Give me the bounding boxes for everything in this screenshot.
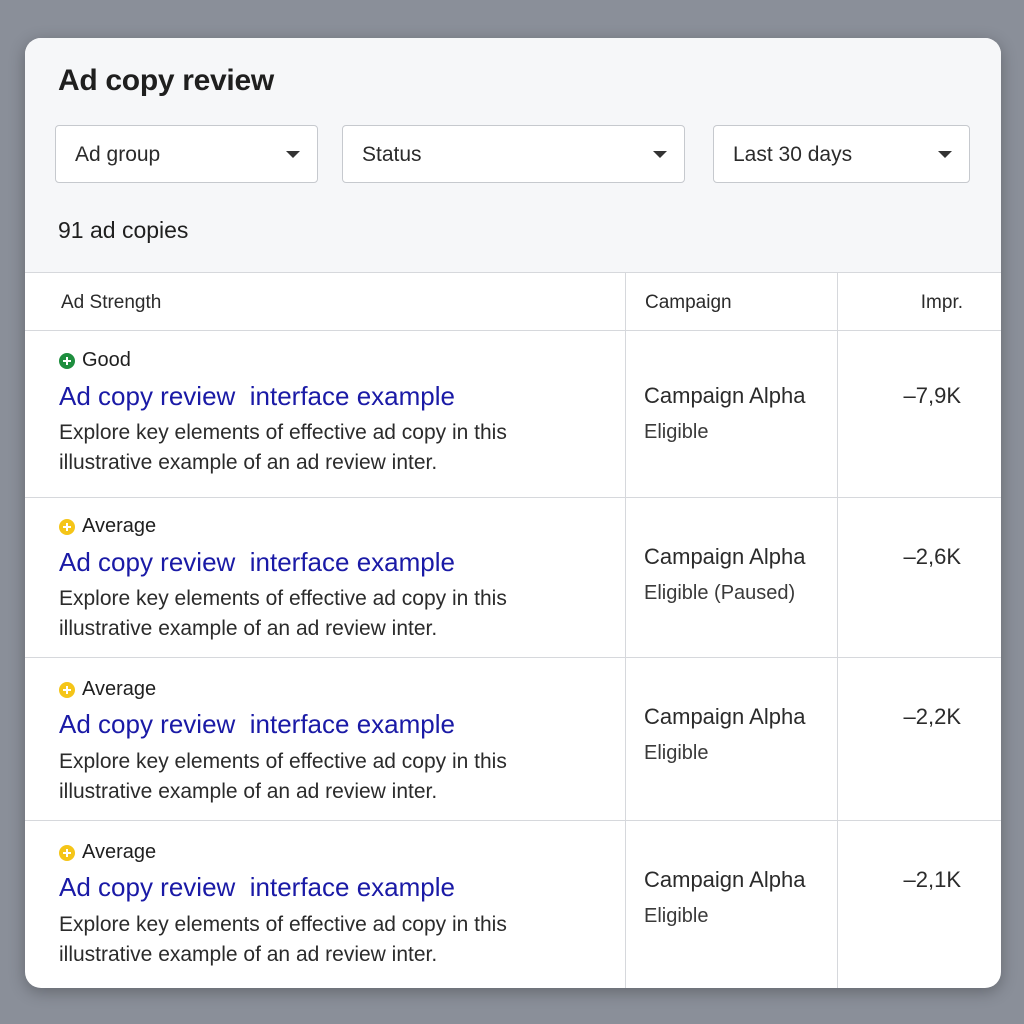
ad-strength-label: Good (82, 349, 131, 371)
campaign-name[interactable]: Campaign Alpha (644, 383, 805, 409)
campaign-status: Eligible (644, 421, 709, 443)
ad-group-dropdown[interactable]: Ad group (55, 125, 318, 183)
date-range-dropdown[interactable]: Last 30 days (713, 125, 970, 183)
page-title: Ad copy review (58, 64, 274, 97)
date-range-dropdown-label: Last 30 days (733, 143, 853, 166)
card-header: Ad copy review Ad group Status Last 30 d… (25, 38, 1001, 273)
table-row[interactable]: Average Ad copy review interface example… (25, 658, 1001, 821)
table-row[interactable]: Average Ad copy review interface example… (25, 821, 1001, 988)
status-dropdown-label: Status (362, 143, 422, 166)
campaign-name[interactable]: Campaign Alpha (644, 704, 805, 730)
column-header-impressions[interactable]: Impr. (921, 292, 963, 314)
ad-copy-review-card: Ad copy review Ad group Status Last 30 d… (25, 38, 1001, 988)
ad-strength-label: Average (82, 841, 157, 863)
ad-headline-link[interactable]: Ad copy review interface example (59, 872, 455, 903)
impressions-value: –2,1K (903, 867, 962, 892)
column-header-campaign[interactable]: Campaign (645, 292, 732, 314)
impressions-value: –2,2K (903, 704, 962, 729)
ad-description: Explore key elements of effective ad cop… (59, 587, 507, 640)
ad-headline-link[interactable]: Ad copy review interface example (59, 547, 455, 578)
impressions-value: –2,6K (903, 544, 962, 569)
impressions-value: –7,9K (903, 383, 962, 408)
plus-circle-icon (59, 681, 75, 698)
table-row[interactable]: Good Ad copy review interface example Ex… (25, 331, 1001, 498)
plus-circle-icon (59, 518, 75, 535)
chevron-down-icon (286, 151, 300, 158)
table-header: Ad Strength Campaign Impr. (25, 273, 1001, 331)
ad-strength: Good (59, 349, 131, 372)
ad-description: Explore key elements of effective ad cop… (59, 750, 507, 803)
ad-strength: Average (59, 678, 156, 701)
campaign-name[interactable]: Campaign Alpha (644, 867, 805, 893)
ad-headline-link[interactable]: Ad copy review interface example (59, 381, 455, 412)
campaign-status: Eligible (644, 905, 709, 927)
table-row[interactable]: Average Ad copy review interface example… (25, 498, 1001, 658)
ad-strength-label: Average (82, 678, 157, 700)
campaign-name[interactable]: Campaign Alpha (644, 544, 805, 570)
ad-description: Explore key elements of effective ad cop… (59, 913, 507, 966)
column-header-ad-strength[interactable]: Ad Strength (61, 292, 161, 314)
campaign-status: Eligible (644, 742, 709, 764)
ad-headline-link[interactable]: Ad copy review interface example (59, 709, 455, 740)
plus-circle-icon (59, 352, 75, 369)
ad-strength-label: Average (82, 515, 157, 537)
ad-copy-count: 91 ad copies (58, 217, 189, 243)
campaign-status: Eligible (Paused) (644, 582, 796, 604)
ad-description: Explore key elements of effective ad cop… (59, 421, 507, 474)
ad-group-dropdown-label: Ad group (75, 143, 161, 166)
plus-circle-icon (59, 844, 75, 861)
ad-strength: Average (59, 515, 156, 538)
status-dropdown[interactable]: Status (342, 125, 685, 183)
ad-strength: Average (59, 841, 156, 864)
chevron-down-icon (653, 151, 667, 158)
chevron-down-icon (938, 151, 952, 158)
